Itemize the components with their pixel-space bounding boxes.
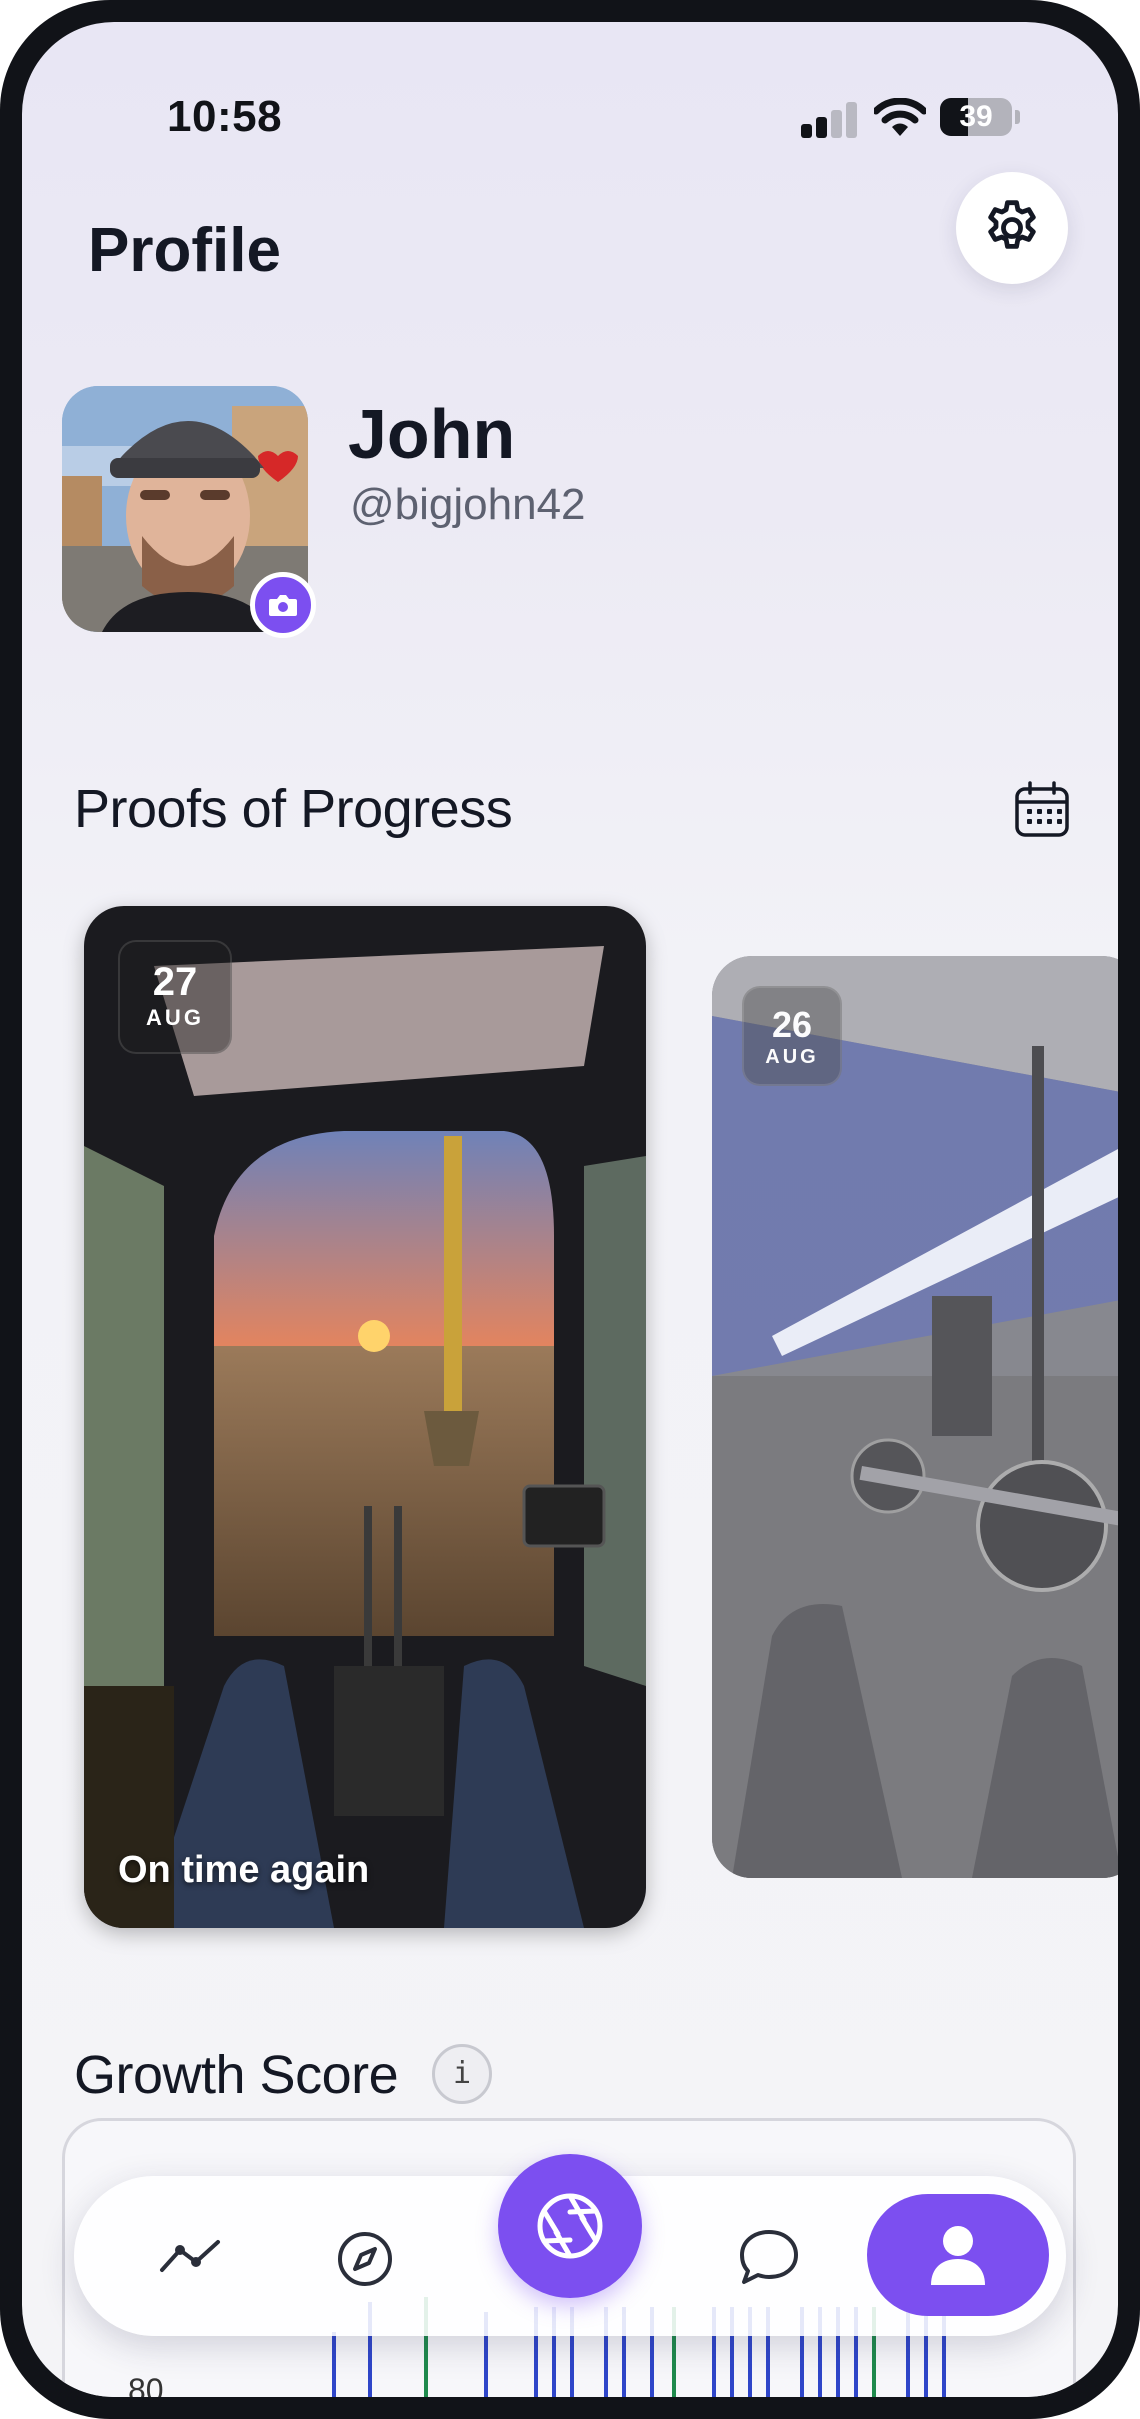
change-photo-button[interactable] [250, 572, 316, 638]
tab-stats[interactable] [150, 2226, 230, 2286]
settings-button[interactable] [956, 172, 1068, 284]
card-caption: On time again [118, 1849, 370, 1891]
gear-icon [988, 200, 1036, 249]
battery-icon: 39 [940, 98, 1012, 136]
progress-photo [712, 956, 1118, 1878]
growth-axis-label: 80 [128, 2372, 164, 2397]
compass-icon [338, 2232, 392, 2286]
date-month: AUG [146, 1005, 204, 1030]
growth-section-title: Growth Score [74, 2045, 399, 2105]
camera-icon [269, 595, 297, 616]
progress-photo [84, 906, 646, 1928]
battery-percentage: 39 [959, 100, 993, 133]
user-icon [931, 2226, 985, 2285]
screen: 10:58 39 Profile John @bigjohn42 Proofs … [22, 22, 1118, 2397]
tab-chat[interactable] [736, 2224, 802, 2290]
progress-card[interactable]: 27 AUG On time again [84, 906, 646, 1928]
capture-button[interactable] [498, 2154, 642, 2298]
tab-explore[interactable] [332, 2226, 398, 2292]
wifi-icon [874, 98, 926, 136]
cellular-signal-icon [801, 102, 859, 138]
chart-line-icon [160, 2240, 220, 2272]
device-frame: 10:58 39 Profile John @bigjohn42 Proofs … [0, 0, 1140, 2419]
date-day: 26 [771, 1004, 813, 1045]
status-time: 10:58 [167, 92, 283, 141]
info-button[interactable]: i [432, 2044, 492, 2104]
camera-aperture-icon [537, 2193, 603, 2259]
date-month: AUG [765, 1046, 819, 1068]
battery-cap [1015, 110, 1020, 124]
proofs-section-title: Proofs of Progress [74, 779, 513, 839]
date-day: 27 [152, 960, 198, 1004]
date-badge: 27 AUG [118, 940, 232, 1054]
user-handle: @bigjohn42 [350, 480, 586, 529]
calendar-icon[interactable] [1012, 780, 1072, 840]
user-name: John [348, 395, 516, 473]
chat-bubble-icon [740, 2230, 798, 2284]
date-badge: 26 AUG [742, 986, 842, 1086]
tab-profile[interactable] [867, 2194, 1049, 2316]
page-title: Profile [88, 216, 281, 285]
progress-card[interactable]: 26 AUG [712, 956, 1118, 1878]
